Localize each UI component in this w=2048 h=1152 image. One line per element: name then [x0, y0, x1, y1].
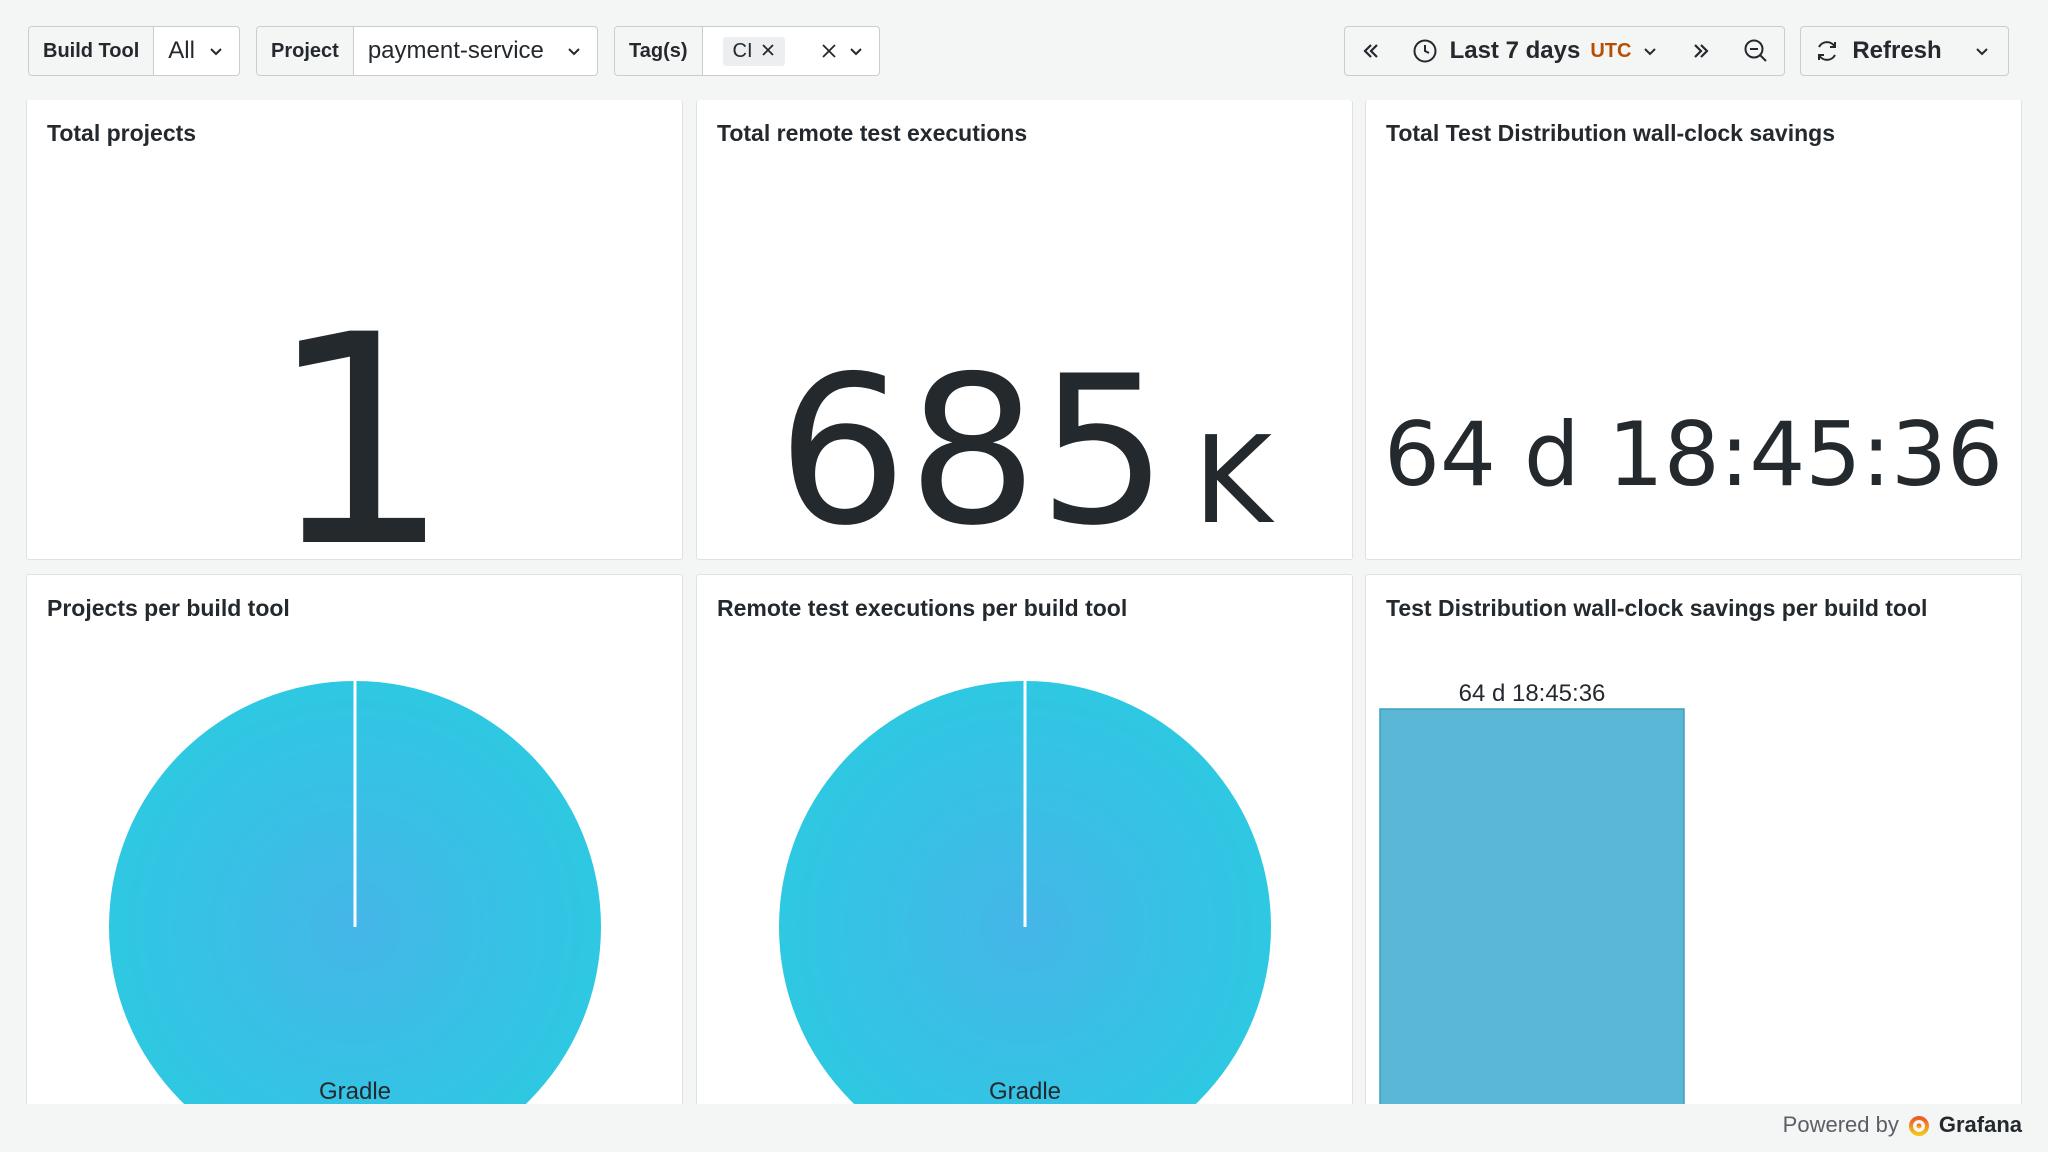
projects-per-tool-panel: Projects per build tool Gradle — [26, 574, 683, 1114]
refresh-label: Refresh — [1852, 37, 1942, 64]
panel-title: Total remote test executions — [717, 120, 1028, 146]
close-icon[interactable] — [761, 40, 775, 63]
time-shift-back-button[interactable] — [1344, 26, 1398, 76]
chevron-down-icon — [847, 42, 865, 60]
chevron-double-right-icon — [1693, 44, 1709, 58]
chevron-double-left-icon — [1363, 44, 1378, 58]
grafana-logo-icon — [1908, 1116, 1929, 1136]
chevron-down-icon — [1975, 48, 1988, 56]
build-tool-value: All — [168, 37, 195, 64]
savings-per-tool-panel: Test Distribution wall-clock savings per… — [1365, 574, 2022, 1114]
build-tool-variable: Build Tool All — [28, 26, 240, 76]
refresh-icon — [1818, 41, 1837, 61]
chevron-down-icon — [565, 42, 583, 60]
powered-by[interactable]: Powered by Grafana — [1783, 1112, 2022, 1138]
footer-bar — [0, 1104, 2048, 1152]
build-tool-label: Build Tool — [29, 27, 155, 75]
refresh-button[interactable]: Refresh — [1800, 26, 1956, 76]
tag-chip: CI — [722, 37, 785, 66]
stat-value: 1 — [267, 274, 452, 560]
pie-slice-label: Gradle — [989, 1078, 1061, 1105]
total-remote-tests-panel: Total remote test executions 685 K — [696, 100, 1353, 560]
project-value: payment-service — [367, 37, 544, 64]
stat-value: 64 d 18:45:36 — [1383, 403, 2003, 506]
clear-tags-button[interactable] — [821, 43, 837, 59]
project-select[interactable]: payment-service — [354, 27, 597, 75]
build-tool-select[interactable]: All — [154, 27, 239, 75]
panel-title: Total projects — [47, 120, 197, 146]
timezone-label: UTC — [1590, 39, 1632, 62]
tags-label: Tag(s) — [615, 27, 703, 75]
zoom-out-icon — [1744, 39, 1767, 62]
total-savings-panel: Total Test Distribution wall-clock savin… — [1365, 100, 2022, 560]
chevron-down-icon — [1641, 42, 1659, 60]
tests-per-tool-panel: Remote test executions per build tool Gr… — [696, 574, 1353, 1114]
time-shift-forward-button[interactable] — [1674, 26, 1728, 76]
bar-data-label: 64 d 18:45:36 — [1459, 680, 1606, 707]
stat-unit: K — [1193, 412, 1273, 551]
savings-bar-chart: 64 d 18:45:36 — [1379, 680, 1685, 1114]
close-icon — [822, 44, 836, 58]
project-variable: Project payment-service — [256, 26, 598, 76]
panel-title: Total Test Distribution wall-clock savin… — [1386, 120, 1836, 146]
pie-slice-label: Gradle — [319, 1078, 391, 1105]
total-projects-panel: Total projects 1 — [26, 100, 683, 560]
zoom-out-button[interactable] — [1727, 26, 1785, 76]
bar-gradle[interactable] — [1379, 708, 1685, 1114]
project-label: Project — [257, 27, 354, 75]
time-range-label: Last 7 days — [1449, 37, 1581, 64]
dashboard-toolbar: Build Tool All Project payment-service T… — [0, 0, 2048, 100]
tags-variable: Tag(s) CI — [614, 26, 880, 76]
projects-pie-chart: Gradle — [109, 681, 601, 1113]
stat-value: 685 — [776, 333, 1169, 560]
tests-pie-chart: Gradle — [779, 681, 1271, 1113]
tags-select[interactable]: CI — [703, 27, 879, 75]
time-range-picker[interactable]: Last 7 days UTC — [1397, 26, 1675, 76]
refresh-interval-picker[interactable] — [1955, 26, 2009, 76]
powered-by-text: Powered by — [1782, 1112, 1899, 1137]
clock-icon — [1413, 39, 1437, 63]
chevron-down-icon — [207, 42, 225, 60]
tag-chip-label: CI — [732, 40, 753, 62]
grafana-brand: Grafana — [1938, 1112, 2022, 1137]
